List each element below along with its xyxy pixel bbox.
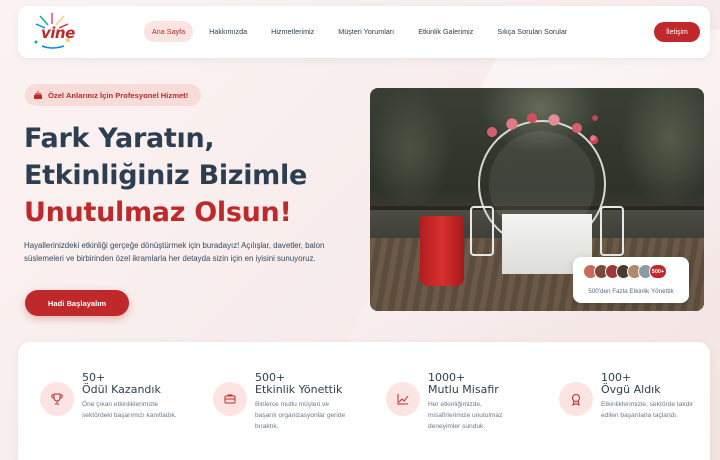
image-hearts — [585, 108, 605, 158]
nav-links: Ana Sayfa Hakkımızda Hizmetlerimiz Müşte… — [144, 21, 583, 42]
events-stat-card: 500+ 500'den Fazla Etkinlik Yönettik — [573, 257, 689, 303]
nav-link-gallery[interactable]: Etkinlik Galerimiz — [410, 21, 481, 42]
chart-line-icon — [386, 382, 420, 416]
stat-label: Etkinlik Yönettik — [255, 383, 343, 396]
stat-description: Öne çıkan etkinliklerimizle sektördeki b… — [82, 401, 177, 419]
avatar-group: 500+ — [583, 264, 667, 279]
image-flowers — [482, 110, 602, 150]
image-chair-right — [600, 206, 624, 256]
logo-text: vine — [41, 24, 75, 42]
medal-icon — [559, 382, 593, 416]
hero-title: Fark Yaratın, Etkinliğiniz Bizimle Unutu… — [24, 120, 344, 231]
image-red-table — [420, 216, 464, 286]
cake-icon — [34, 90, 42, 99]
trophy-icon — [40, 382, 74, 416]
stat-description: Binlerce mutlu müşteri ve başarılı organ… — [255, 401, 346, 430]
nav-link-services[interactable]: Hizmetlerimiz — [263, 21, 322, 42]
hero-title-line2: Etkinliğiniz Bizimle — [24, 160, 307, 191]
cta-button[interactable]: Hadi Başlayalım — [25, 290, 129, 316]
contact-button[interactable]: İletişim — [654, 22, 700, 42]
stat-description: Etkinliklerimizle, sektörde takdir edile… — [601, 401, 693, 419]
avatar-count-badge: 500+ — [649, 264, 667, 279]
logo[interactable]: vine — [28, 10, 76, 54]
nav-link-testimonials[interactable]: Müşteri Yorumları — [330, 21, 402, 42]
hero-description: Hayallerinizdeki etkinliği gerçeğe dönüş… — [24, 241, 325, 263]
nav-link-about[interactable]: Hakkımızda — [201, 21, 255, 42]
stat-awards: 50+ Ödül Kazandık Öne çıkan etkinlikleri… — [18, 342, 178, 442]
stat-guests: 1000+ Mutlu Misafir Her etkinliğimizde, … — [364, 342, 524, 442]
stat-label: Mutlu Misafir — [428, 383, 499, 396]
navbar: vine Ana Sayfa Hakkımızda Hizmetlerimiz … — [18, 6, 710, 58]
nav-link-home[interactable]: Ana Sayfa — [144, 21, 194, 42]
image-chair-left — [470, 206, 494, 256]
stat-praise: 100+ Övgü Aldık Etkinliklerimizle, sektö… — [537, 342, 697, 442]
stat-description: Her etkinliğimizde, misafirlerimize unut… — [428, 401, 503, 430]
hero-badge-text: Özel Anlarınız İçin Profesyonel Hizmet! — [48, 90, 189, 100]
briefcase-icon — [213, 382, 247, 416]
stat-events: 500+ Etkinlik Yönettik Binlerce mutlu mü… — [191, 342, 351, 442]
stat-label: Ödül Kazandık — [82, 383, 161, 396]
hero-badge: Özel Anlarınız İçin Profesyonel Hizmet! — [25, 84, 201, 106]
hero-title-line1: Fark Yaratın, — [24, 123, 215, 154]
stat-card-text: 500'den Fazla Etkinlik Yönettik — [588, 288, 674, 295]
stats-section: 50+ Ödül Kazandık Öne çıkan etkinlikleri… — [18, 342, 710, 460]
nav-link-faq[interactable]: Sıkça Sorulan Sorular — [489, 21, 575, 42]
stat-label: Övgü Aldık — [601, 383, 661, 396]
hero-title-line3: Unutulmaz Olsun! — [24, 197, 292, 228]
